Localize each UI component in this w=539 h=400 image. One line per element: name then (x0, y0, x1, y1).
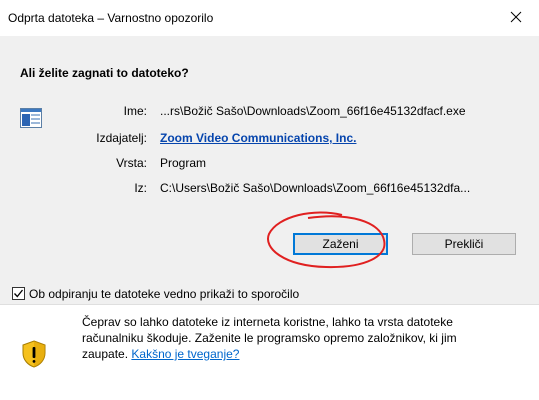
publisher-link[interactable]: Zoom Video Communications, Inc. (160, 131, 356, 145)
window-title: Odprta datoteka – Varnostno opozorilo (8, 11, 214, 25)
file-source-row: Iz: C:\Users\Božič Sašo\Downloads\Zoom_6… (0, 181, 539, 199)
title-bar: Odprta datoteka – Varnostno opozorilo (0, 0, 539, 36)
file-type-value: Program (160, 156, 207, 170)
always-ask-label[interactable]: Ob odpiranju te datoteke vedno prikaži t… (29, 287, 299, 301)
dialog-content: Ali želite zagnati to datoteko? Ime: ...… (0, 36, 539, 304)
close-button[interactable] (493, 0, 539, 34)
checkmark-icon (14, 289, 24, 298)
close-icon (510, 11, 522, 23)
warning-line-1: Čeprav so lahko datoteke iz interneta ko… (82, 315, 453, 329)
risk-info-link[interactable]: Kakšno je tveganje? (131, 347, 239, 361)
shield-warning-icon (22, 340, 46, 368)
file-type-label: Vrsta: (116, 156, 147, 170)
warning-line-3-prefix: zaupate. (82, 347, 129, 361)
file-type-row: Vrsta: Program (0, 156, 539, 174)
publisher-row: Izdajatelj: Zoom Video Communications, I… (0, 131, 539, 149)
always-ask-checkbox[interactable] (12, 287, 25, 300)
cancel-button[interactable]: Prekliči (412, 233, 516, 255)
warning-line-2: računalniku škoduje. Zaženite le program… (82, 331, 457, 345)
dialog-question: Ali želite zagnati to datoteko? (20, 66, 189, 80)
warning-message: Čeprav so lahko datoteke iz interneta ko… (82, 314, 522, 362)
file-source-value: C:\Users\Božič Sašo\Downloads\Zoom_66f16… (160, 181, 471, 195)
warning-line-3: zaupate. Kakšno je tveganje? (82, 346, 522, 362)
run-button[interactable]: Zaženi (293, 233, 388, 255)
file-source-label: Iz: (134, 181, 147, 195)
publisher-label: Izdajatelj: (96, 131, 147, 145)
file-name-value: ...rs\Božič Sašo\Downloads\Zoom_66f16e45… (160, 104, 466, 118)
file-name-label: Ime: (123, 104, 147, 118)
file-name-row: Ime: ...rs\Božič Sašo\Downloads\Zoom_66f… (0, 104, 539, 122)
